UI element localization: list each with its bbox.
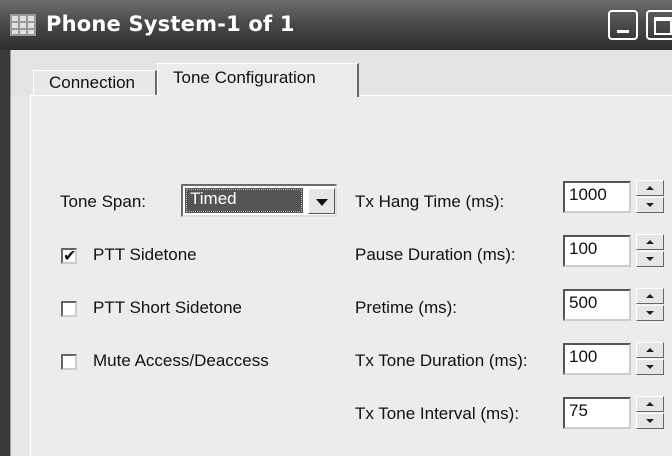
spin-up-icon[interactable] [636, 342, 664, 358]
mute-access-deaccess-checkbox[interactable] [61, 354, 77, 370]
tx-tone-duration-spinner[interactable] [636, 342, 664, 376]
pretime-label: Pretime (ms): [355, 298, 457, 317]
spin-up-icon[interactable] [636, 234, 664, 250]
tx-tone-duration-input[interactable]: 100 [563, 343, 631, 375]
pretime-spinner[interactable] [636, 288, 664, 322]
phone-system-window: Phone System-1 of 1 Connection Tone Conf… [0, 0, 672, 456]
spin-down-icon[interactable] [636, 359, 664, 375]
dropdown-arrow-icon[interactable] [308, 188, 335, 214]
spin-up-icon[interactable] [636, 288, 664, 304]
ptt-short-sidetone-label: PTT Short Sidetone [93, 298, 242, 317]
maximize-button[interactable] [646, 10, 672, 40]
tx-tone-interval-input[interactable]: 75 [563, 397, 631, 429]
check-icon: ✔ [63, 246, 77, 265]
spin-down-icon[interactable] [636, 251, 664, 267]
tx-tone-interval-spinner[interactable] [636, 396, 664, 430]
window-frame-left [0, 50, 11, 456]
tab-tone-configuration[interactable]: Tone Configuration [157, 63, 359, 97]
ptt-sidetone-label: PTT Sidetone [93, 245, 197, 264]
tx-hang-time-spinner[interactable] [636, 180, 664, 214]
grid-app-icon [10, 14, 36, 36]
tone-span-label: Tone Span: [60, 192, 147, 211]
tx-tone-duration-label: Tx Tone Duration (ms): [355, 351, 528, 370]
spin-down-icon[interactable] [636, 305, 664, 321]
tx-hang-time-label: Tx Hang Time (ms): [355, 192, 505, 211]
pretime-input[interactable]: 500 [563, 289, 631, 321]
pause-duration-label: Pause Duration (ms): [355, 245, 516, 264]
mute-access-deaccess-label: Mute Access/Deaccess [93, 351, 269, 370]
minimize-button[interactable] [608, 10, 638, 40]
pause-duration-input[interactable]: 100 [563, 235, 631, 267]
title-bar[interactable]: Phone System-1 of 1 [0, 0, 672, 50]
ptt-sidetone-checkbox[interactable]: ✔ [61, 246, 77, 265]
spin-up-icon[interactable] [636, 180, 664, 196]
tab-connection[interactable]: Connection [33, 70, 157, 96]
spin-up-icon[interactable] [636, 396, 664, 412]
window-title: Phone System-1 of 1 [46, 12, 295, 36]
tx-hang-time-input[interactable]: 1000 [563, 181, 631, 213]
tx-tone-interval-label: Tx Tone Interval (ms): [355, 404, 520, 423]
spin-down-icon[interactable] [636, 197, 664, 213]
tone-span-value: Timed [185, 188, 303, 213]
ptt-short-sidetone-checkbox[interactable] [61, 301, 77, 317]
tone-span-select[interactable]: Timed [181, 184, 337, 217]
pause-duration-spinner[interactable] [636, 234, 664, 268]
spin-down-icon[interactable] [636, 413, 664, 429]
